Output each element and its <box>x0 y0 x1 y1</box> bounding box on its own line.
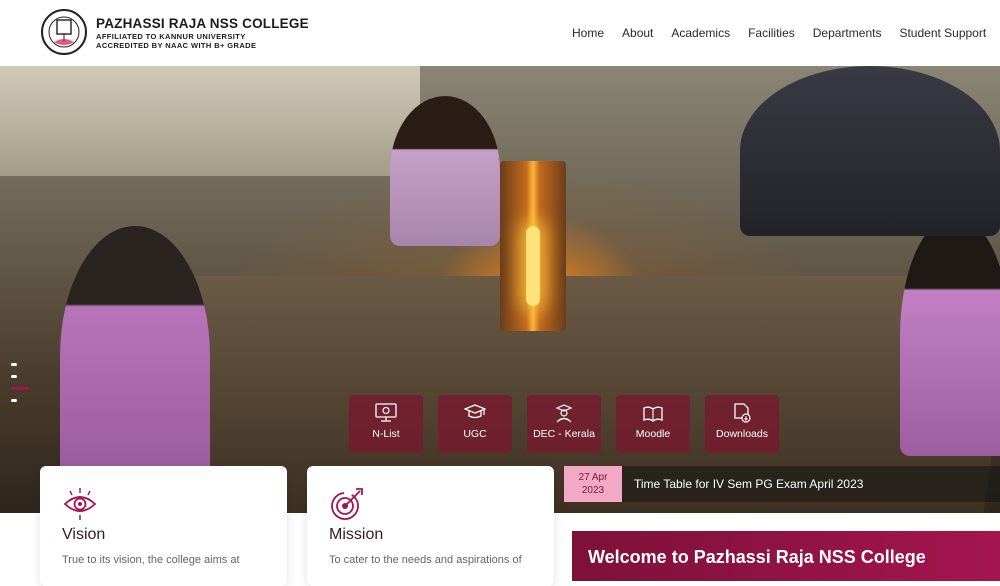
affiliation-text: AFFILIATED TO KANNUR UNIVERSITY <box>96 32 246 41</box>
mission-text: To cater to the needs and aspirations of <box>329 554 522 566</box>
mission-card[interactable]: Mission To cater to the needs and aspira… <box>307 466 554 586</box>
quick-link-label: Moodle <box>635 428 671 440</box>
quick-link-label: Downloads <box>716 428 768 440</box>
network-icon <box>375 403 397 422</box>
nav-departments[interactable]: Departments <box>813 26 882 40</box>
slider-dot[interactable] <box>11 363 17 366</box>
graduation-cap-icon <box>464 404 486 419</box>
site-header: PAZHASSI RAJA NSS COLLEGE AFFILIATED TO … <box>0 0 1000 66</box>
hero-student-left <box>60 226 210 486</box>
slider-dot[interactable] <box>11 375 17 378</box>
news-title-link[interactable]: Time Table for IV Sem PG Exam April 2023 <box>634 477 863 491</box>
college-emblem-logo[interactable] <box>40 6 88 58</box>
quick-link-moodle[interactable]: Moodle <box>616 395 690 453</box>
nav-home[interactable]: Home <box>572 26 604 40</box>
hero-background-wall <box>0 66 420 176</box>
hero-students-background <box>740 66 1000 236</box>
quick-link-nlist[interactable]: N-List <box>349 395 423 453</box>
open-book-icon <box>643 406 663 422</box>
mission-title: Mission <box>329 526 384 543</box>
nav-about[interactable]: About <box>622 26 653 40</box>
quick-link-label: DEC - Kerala <box>533 428 595 440</box>
vision-text: True to its vision, the college aims at <box>62 554 240 566</box>
welcome-heading: Welcome to Pazhassi Raja NSS College <box>572 531 1000 581</box>
target-icon <box>331 488 363 520</box>
nav-facilities[interactable]: Facilities <box>748 26 795 40</box>
quick-link-dec-kerala[interactable]: DEC - Kerala <box>527 395 601 453</box>
graduate-student-icon <box>555 404 573 423</box>
main-navigation: Home About Academics Facilities Departme… <box>572 26 1000 40</box>
vision-card[interactable]: Vision True to its vision, the college a… <box>40 466 287 586</box>
quick-links: N-List UGC DEC - Kerala Moodle Downloads <box>349 395 794 453</box>
news-day-month: 27 Apr <box>578 472 608 483</box>
accreditation-text: ACCREDITED BY NAAC WITH B+ GRADE <box>96 41 257 50</box>
news-ticker[interactable]: 27 Apr 2023 Time Table for IV Sem PG Exa… <box>564 466 1000 502</box>
download-document-icon <box>734 403 751 423</box>
slider-dot[interactable] <box>11 399 17 402</box>
vision-title: Vision <box>62 526 106 543</box>
nav-academics[interactable]: Academics <box>671 26 730 40</box>
college-name: PAZHASSI RAJA NSS COLLEGE <box>96 16 309 31</box>
slider-dot-active[interactable] <box>11 387 29 390</box>
quick-link-label: UGC <box>463 428 487 440</box>
quick-link-downloads[interactable]: Downloads <box>705 395 779 453</box>
hero-sodium-lamp <box>500 161 566 331</box>
nav-student-support[interactable]: Student Support <box>899 26 986 40</box>
eye-icon <box>63 488 97 520</box>
news-year: 2023 <box>581 485 605 496</box>
slider-pagination <box>11 363 29 411</box>
quick-link-label: N-List <box>372 428 400 440</box>
hero-student-center <box>390 96 500 246</box>
quick-link-ugc[interactable]: UGC <box>438 395 512 453</box>
news-date-badge: 27 Apr 2023 <box>564 466 622 502</box>
hero-student-right <box>900 216 1000 456</box>
